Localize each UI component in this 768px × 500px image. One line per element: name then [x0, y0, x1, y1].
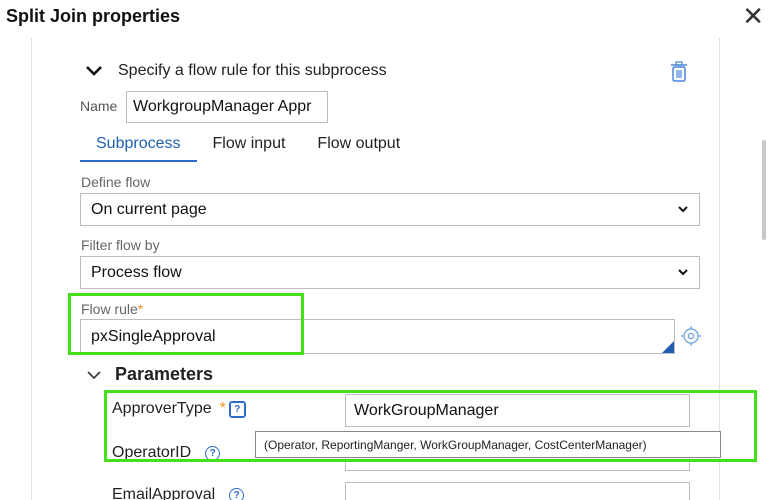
define-flow-select[interactable]: On current page	[80, 193, 700, 226]
subprocess-section-header[interactable]: Specify a flow rule for this subprocess	[84, 62, 387, 80]
autocomplete-corner-marker	[662, 341, 674, 353]
name-input[interactable]: WorkgroupManager Appr	[126, 91, 328, 123]
flow-rule-input[interactable]: pxSingleApproval	[80, 319, 675, 354]
filter-flow-label: Filter flow by	[81, 237, 160, 253]
scrollbar[interactable]	[762, 140, 766, 240]
chevron-down-icon[interactable]	[86, 369, 102, 381]
tab-flow-input[interactable]: Flow input	[197, 130, 302, 162]
chevron-down-icon	[678, 206, 688, 213]
help-icon[interactable]: ?	[229, 487, 245, 500]
dialog-title: Split Join properties	[6, 6, 181, 26]
param-label-text: EmailApproval	[112, 486, 216, 500]
help-icon[interactable]: ?	[228, 400, 246, 418]
flow-rule-label-text: Flow rule	[81, 301, 138, 317]
flow-rule-value: pxSingleApproval	[91, 327, 216, 345]
emailapproval-input[interactable]	[345, 482, 690, 500]
required-mark: *	[137, 301, 144, 317]
filter-flow-select[interactable]: Process flow	[80, 256, 700, 289]
parameters-title: Parameters	[115, 364, 214, 384]
target-icon[interactable]	[680, 325, 702, 347]
approvertype-input[interactable]: WorkGroupManager	[345, 394, 690, 427]
chevron-down-icon	[678, 269, 688, 276]
name-label: Name	[80, 98, 118, 114]
section-title: Specify a flow rule for this subprocess	[118, 62, 387, 79]
filter-flow-value: Process flow	[91, 263, 182, 281]
param-approvertype-label: ApproverType * ?	[112, 400, 246, 418]
trash-icon[interactable]	[669, 60, 689, 84]
param-label-text: OperatorID	[112, 444, 192, 461]
close-icon[interactable]: ✕	[742, 2, 764, 30]
param-operatorid-label: OperatorID ?	[112, 444, 221, 462]
tab-subprocess[interactable]: Subprocess	[80, 130, 197, 162]
parameters-section-header[interactable]: Parameters	[86, 364, 213, 385]
help-icon[interactable]: ?	[205, 445, 221, 461]
define-flow-label: Define flow	[81, 174, 151, 190]
tab-flow-output[interactable]: Flow output	[301, 130, 416, 162]
define-flow-value: On current page	[91, 200, 207, 218]
flow-rule-label: Flow rule*	[81, 301, 143, 317]
param-emailapproval-label: EmailApproval ?	[112, 486, 245, 500]
help-tooltip: (Operator, ReportingManger, WorkGroupMan…	[255, 431, 721, 458]
required-mark: *	[219, 400, 226, 417]
panel-left-border	[31, 38, 32, 500]
tab-bar: Subprocess Flow input Flow output	[80, 130, 416, 162]
param-label-text: ApproverType	[112, 400, 212, 417]
chevron-down-icon[interactable]	[84, 64, 104, 78]
